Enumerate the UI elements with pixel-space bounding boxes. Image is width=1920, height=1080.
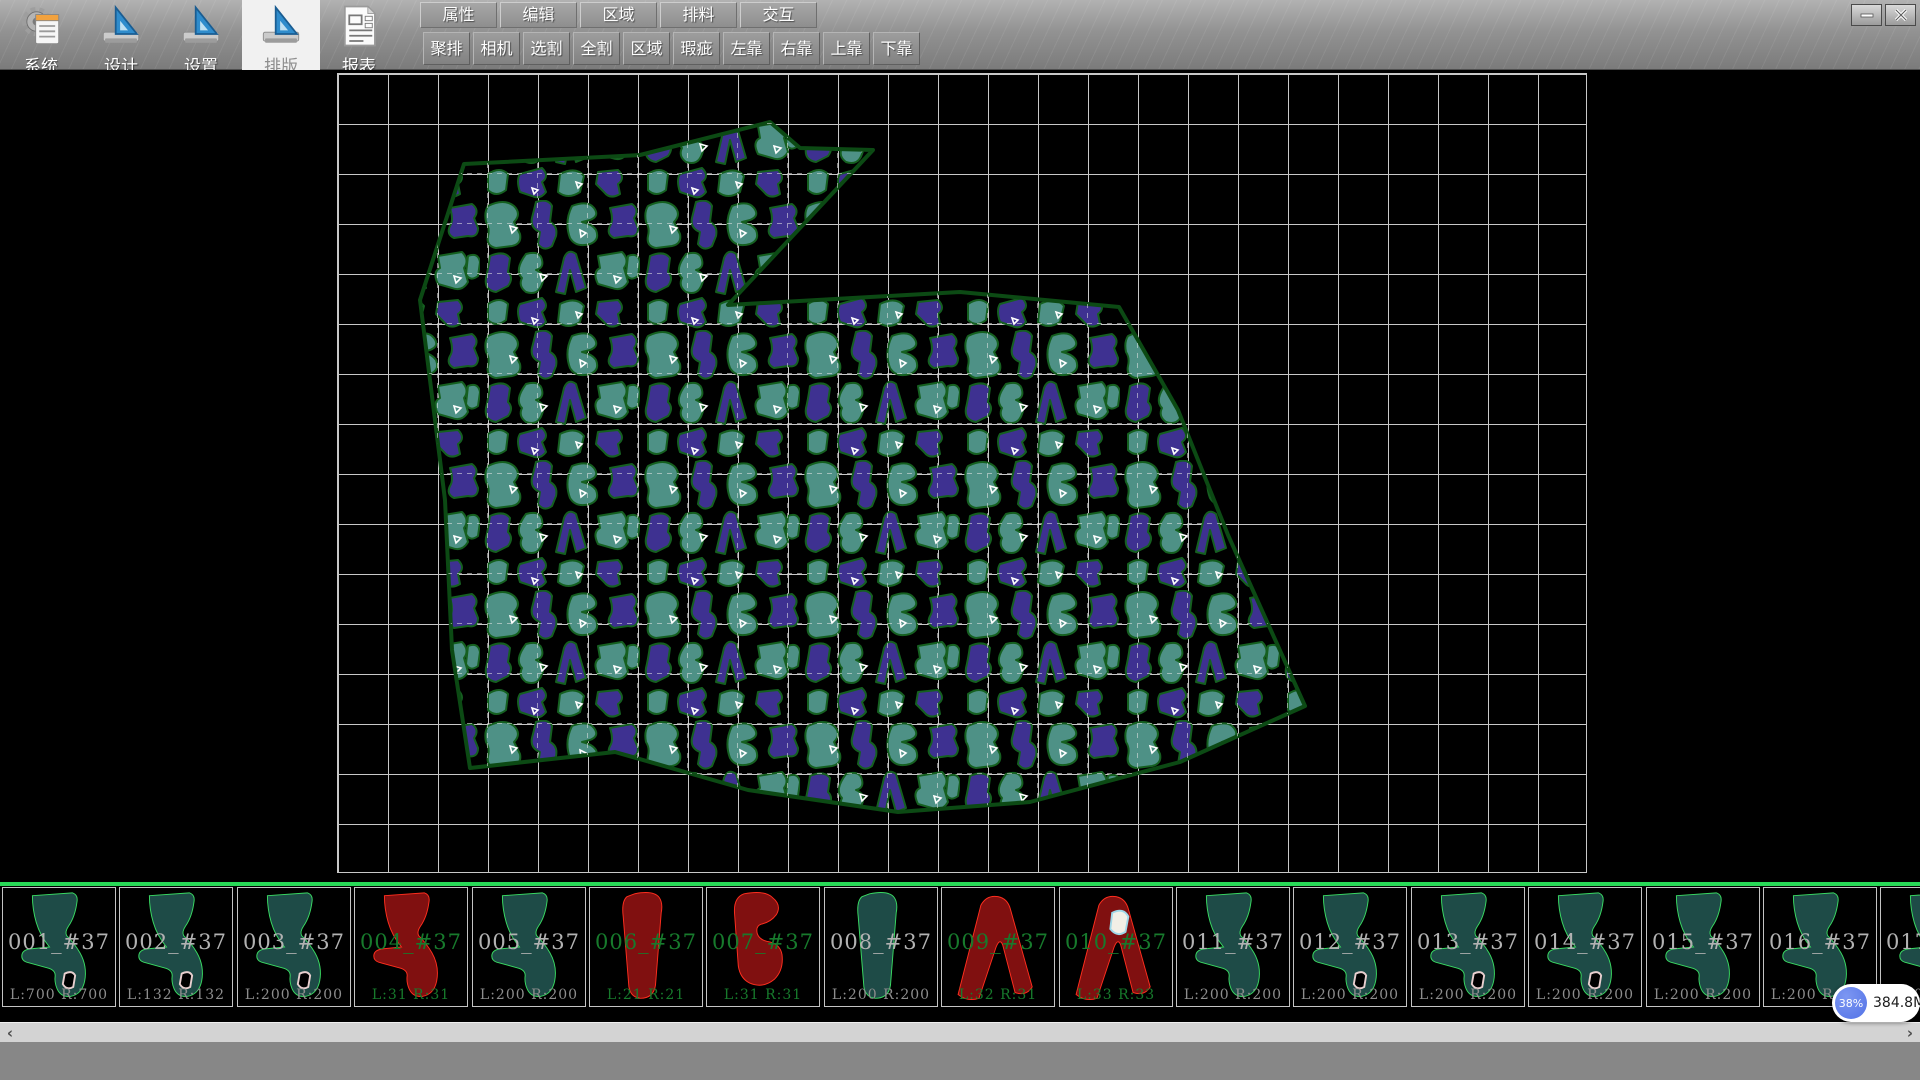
ribbon-section-report[interactable]: 报表 (322, 0, 396, 70)
memory-usage-badge[interactable]: 38% 384.8M (1832, 984, 1920, 1022)
tool-button-5[interactable]: 区域 (623, 32, 670, 65)
tool-button-2[interactable]: 相机 (473, 32, 520, 65)
ribbon-section-design[interactable]: 设计 (82, 0, 160, 70)
thumbnail-cell[interactable]: 011_#37L:200 R:200 (1176, 887, 1290, 1007)
piece-shape-icon (945, 890, 1051, 1004)
menu-tab-2[interactable]: 编辑 (500, 2, 577, 28)
thumbnail-cell[interactable]: 008_#37L:200 R:200 (824, 887, 938, 1007)
piece-shape-icon (1415, 890, 1521, 1004)
menu-tab-3[interactable]: 区域 (580, 2, 657, 28)
piece-shape-icon (6, 890, 112, 1004)
tool-button-6[interactable]: 瑕疵 (673, 32, 720, 65)
ribbon-section-nesting-selected[interactable]: 排版 (242, 0, 320, 70)
ribbon-section-system[interactable]: 系统 (2, 0, 80, 70)
thumbnail-list: 001_#37L:700 R:700002_#37L:132 R:132003_… (0, 887, 1920, 1009)
set-square-icon (258, 3, 304, 53)
piece-shape-icon (1650, 890, 1756, 1004)
piece-thumbnail-strip: 001_#37L:700 R:700002_#37L:132 R:132003_… (0, 882, 1920, 1022)
strip-separator-line (0, 882, 1920, 886)
piece-shape-icon (1297, 890, 1403, 1004)
memory-size-label: 384.8M (1873, 984, 1920, 1022)
close-button[interactable] (1885, 4, 1916, 26)
piece-shape-icon (1063, 890, 1169, 1004)
gear-icon (18, 3, 64, 53)
thumbnail-cell[interactable]: 010_#37L:33 R:33 (1059, 887, 1173, 1007)
tool-button-10[interactable]: 下靠 (873, 32, 920, 65)
tool-button-8[interactable]: 右靠 (773, 32, 820, 65)
scroll-left-arrow-icon[interactable]: ‹ (0, 1023, 20, 1043)
thumbnail-cell[interactable]: 004_#37L:31 R:31 (354, 887, 468, 1007)
menu-tab-5[interactable]: 交互 (740, 2, 817, 28)
piece-shape-icon (710, 890, 816, 1004)
horizontal-scrollbar[interactable]: ‹ › (0, 1022, 1920, 1042)
menu-tab-bar: 属性编辑区域排料交互 (420, 2, 817, 29)
thumbnail-cell[interactable]: 001_#37L:700 R:700 (2, 887, 116, 1007)
thumbnail-cell[interactable]: 006_#37L:21 R:21 (589, 887, 703, 1007)
set-square-icon (98, 3, 144, 53)
report-icon (336, 3, 382, 53)
nesting-canvas[interactable] (0, 70, 1920, 882)
piece-shape-icon (1532, 890, 1638, 1004)
minimize-button[interactable] (1851, 4, 1882, 26)
tool-button-1[interactable]: 聚排 (423, 32, 470, 65)
minimize-icon (1860, 8, 1874, 22)
piece-shape-icon (241, 890, 347, 1004)
piece-shape-icon (1180, 890, 1286, 1004)
thumbnail-cell[interactable]: 015_#37L:200 R:200 (1646, 887, 1760, 1007)
thumbnail-cell[interactable]: 012_#37L:200 R:200 (1293, 887, 1407, 1007)
tool-button-7[interactable]: 左靠 (723, 32, 770, 65)
tool-button-4[interactable]: 全割 (573, 32, 620, 65)
tool-button-bar: 聚排相机选割全割区域瑕疵左靠右靠上靠下靠 (423, 32, 920, 66)
thumbnail-cell[interactable]: 014_#37L:200 R:200 (1528, 887, 1642, 1007)
piece-shape-icon (828, 890, 934, 1004)
thumbnail-cell[interactable]: 002_#37L:132 R:132 (119, 887, 233, 1007)
thumbnail-cell[interactable]: 005_#37L:200 R:200 (472, 887, 586, 1007)
piece-shape-icon (358, 890, 464, 1004)
percent-circle: 38% (1835, 987, 1867, 1019)
tool-button-3[interactable]: 选割 (523, 32, 570, 65)
thumbnail-cell[interactable]: 007_#37L:31 R:31 (706, 887, 820, 1007)
nested-hide-graphic (0, 70, 1920, 882)
scroll-right-arrow-icon[interactable]: › (1900, 1023, 1920, 1043)
piece-shape-icon (593, 890, 699, 1004)
thumbnail-cell[interactable]: 003_#37L:200 R:200 (237, 887, 351, 1007)
bottom-status-area (0, 1042, 1920, 1080)
menu-tab-4[interactable]: 排料 (660, 2, 737, 28)
piece-shape-icon (123, 890, 229, 1004)
thumbnail-cell[interactable]: 013_#37L:200 R:200 (1411, 887, 1525, 1007)
menu-tab-1[interactable]: 属性 (420, 2, 497, 28)
ribbon-section-settings[interactable]: 设置 (162, 0, 240, 70)
ribbon-toolbar: 系统 设计 设置 (0, 0, 1920, 70)
close-icon (1894, 8, 1908, 22)
nesting-app-window: 系统 设计 设置 (0, 0, 1920, 1080)
piece-shape-icon (476, 890, 582, 1004)
tool-button-9[interactable]: 上靠 (823, 32, 870, 65)
thumbnail-cell[interactable]: 009_#37L:32 R:31 (941, 887, 1055, 1007)
window-controls (1851, 4, 1916, 26)
set-square-icon (178, 3, 224, 53)
